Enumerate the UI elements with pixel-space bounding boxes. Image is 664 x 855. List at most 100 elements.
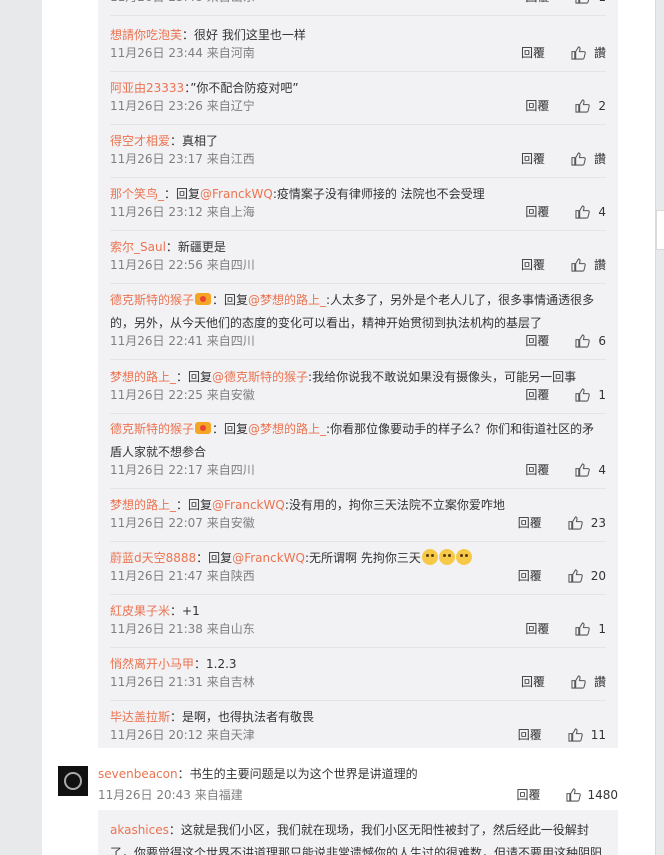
thumbs-up-icon bbox=[571, 675, 586, 689]
like-count: 讚 bbox=[593, 675, 606, 689]
reply-username[interactable]: 阿亚由23333 bbox=[110, 81, 184, 95]
mention-link[interactable]: @FranckWQ bbox=[212, 498, 285, 512]
reply-item: 梦想的路上_：回复@德克斯特的猴子:我给你说我不敢说如果没有摄像头，可能另一回事… bbox=[110, 366, 606, 414]
like-button[interactable]: 2 bbox=[575, 98, 606, 114]
reply-username[interactable]: 梦想的路上_ bbox=[110, 498, 176, 512]
thumbs-up-icon bbox=[568, 728, 583, 742]
like-count: 4 bbox=[598, 205, 606, 219]
like-count: 1 bbox=[598, 388, 606, 402]
mention-link[interactable]: @德克斯特的猴子 bbox=[212, 370, 308, 384]
reply-text: 德克斯特的猴子 ：回复@梦想的路上_:人太多了，另外是个老人儿了，很多事情通透很多… bbox=[110, 289, 606, 335]
like-button[interactable]: 11 bbox=[568, 727, 606, 743]
reply-item: 得空才相爱：真相了 11月26日 23:17 来自江西 回覆讚 bbox=[110, 130, 606, 178]
like-button[interactable]: 讚 bbox=[571, 45, 606, 61]
avatar[interactable] bbox=[58, 766, 88, 796]
reply-text: 德克斯特的猴子 ：回复@梦想的路上_:你看那位像要动手的样子么？你们和街道社区的矛… bbox=[110, 418, 606, 464]
reply-username[interactable]: 德克斯特的猴子 bbox=[110, 293, 194, 307]
reply-button[interactable]: 回覆 bbox=[518, 568, 542, 584]
like-button[interactable]: 6 bbox=[575, 333, 606, 349]
reply-text: 那个笑鸟_：回复@FranckWQ:疫情案子没有律师接的 法院也不会受理 bbox=[110, 183, 606, 206]
like-count: 讚 bbox=[593, 258, 606, 272]
reply-button[interactable]: 回覆 bbox=[525, 204, 549, 220]
divider bbox=[110, 359, 606, 360]
like-button[interactable]: 4 bbox=[575, 462, 606, 478]
reply-button[interactable]: 回覆 bbox=[521, 257, 545, 273]
reply-prefix: ：回复 bbox=[212, 293, 249, 307]
reply-meta: 11月26日 23:48 来自山东 bbox=[110, 0, 255, 5]
like-button[interactable]: 20 bbox=[568, 568, 606, 584]
reply-button[interactable]: 回覆 bbox=[525, 333, 549, 349]
reply-actions: 回覆 1 bbox=[525, 387, 606, 403]
reply-username[interactable]: 得空才相爱 bbox=[110, 134, 170, 148]
vip-badge-icon bbox=[195, 293, 212, 305]
comment-username[interactable]: sevenbeacon bbox=[98, 767, 178, 781]
reply-username[interactable]: 梦想的路上_ bbox=[110, 370, 176, 384]
mention-link[interactable]: @梦想的路上_ bbox=[248, 422, 326, 436]
reply-item: 蔚蓝d天空8888：回复@FranckWQ:无所谓啊 先拘你三天 11月26日 2… bbox=[110, 547, 606, 595]
reply-text: 得空才相爱：真相了 bbox=[110, 130, 606, 153]
reply-button[interactable]: 回覆 bbox=[525, 387, 549, 403]
reply-username[interactable]: akashices bbox=[110, 823, 169, 837]
reply-button[interactable]: 回覆 bbox=[521, 151, 545, 167]
sub-replies-container: akashices：这就是我们小区，我们就在现场，我们小区无阳性被封了，然后经此… bbox=[98, 810, 618, 855]
reply-actions: 回覆 1 bbox=[525, 621, 606, 637]
like-button[interactable]: 讚 bbox=[571, 151, 606, 167]
reply-actions: 回覆 讚 bbox=[521, 257, 606, 273]
comment-actions: 回覆 1480 bbox=[516, 787, 618, 803]
divider bbox=[110, 15, 606, 16]
reply-username[interactable]: 那个笑鸟_ bbox=[110, 187, 164, 201]
reply-button[interactable]: 回覆 bbox=[525, 98, 549, 114]
reply-button[interactable]: 回覆 bbox=[521, 674, 545, 690]
reply-button[interactable]: 回覆 bbox=[525, 0, 549, 5]
like-button[interactable]: 4 bbox=[575, 204, 606, 220]
reply-username[interactable]: 德克斯特的猴子 bbox=[110, 422, 194, 436]
reply-meta: 11月26日 22:17 来自四川 bbox=[110, 463, 255, 477]
reply-body: ：”你不配合防疫对吧” bbox=[184, 81, 299, 95]
reply-item: 那个笑鸟_：回复@FranckWQ:疫情案子没有律师接的 法院也不会受理 11月2… bbox=[110, 183, 606, 231]
divider bbox=[110, 647, 606, 648]
reply-button[interactable]: 回覆 bbox=[525, 621, 549, 637]
like-button[interactable]: 1 bbox=[575, 0, 606, 5]
reply-meta: 11月26日 23:12 来自上海 bbox=[110, 205, 255, 219]
mention-link[interactable]: @梦想的路上_ bbox=[248, 293, 326, 307]
reply-username[interactable]: 想請你吃泡芙 bbox=[110, 28, 182, 42]
reply-username[interactable]: 悄然离开小马甲 bbox=[110, 657, 194, 671]
reply-username[interactable]: 毕达盖拉斯 bbox=[110, 710, 170, 724]
reply-body: ：是啊，也得执法者有敬畏 bbox=[170, 710, 315, 724]
reply-body: :没有用的，拘你三天法院不立案你爱咋地 bbox=[284, 498, 505, 512]
like-count: 1 bbox=[598, 622, 606, 636]
reply-button[interactable]: 回覆 bbox=[521, 45, 545, 61]
like-button[interactable]: 1 bbox=[575, 387, 606, 403]
like-button[interactable]: 23 bbox=[568, 515, 606, 531]
reply-button[interactable]: 回覆 bbox=[516, 787, 540, 803]
reply-prefix: ：回复 bbox=[176, 498, 213, 512]
divider bbox=[110, 71, 606, 72]
reply-button[interactable]: 回覆 bbox=[518, 727, 542, 743]
mention-link[interactable]: @FranckWQ bbox=[232, 551, 305, 565]
reply-text: 梦想的路上_：回复@德克斯特的猴子:我给你说我不敢说如果没有摄像头，可能另一回事 bbox=[110, 366, 606, 389]
reply-prefix: ：回复 bbox=[212, 422, 249, 436]
reply-body: ：+1 bbox=[170, 604, 200, 618]
thumbs-up-icon bbox=[571, 46, 586, 60]
reply-button[interactable]: 回覆 bbox=[518, 515, 542, 531]
like-count: 4 bbox=[598, 463, 606, 477]
reply-text: 悄然离开小马甲：1.2.3 bbox=[110, 653, 606, 676]
like-button[interactable]: 1480 bbox=[566, 787, 618, 803]
like-button[interactable]: 讚 bbox=[571, 674, 606, 690]
reply-button[interactable]: 回覆 bbox=[525, 462, 549, 478]
divider bbox=[110, 177, 606, 178]
mention-link[interactable]: @FranckWQ bbox=[200, 187, 273, 201]
reply-prefix: ：回复 bbox=[196, 551, 233, 565]
reply-username[interactable]: 索尔_Saul bbox=[110, 240, 166, 254]
reply-username[interactable]: 蔚蓝d天空8888 bbox=[110, 551, 196, 565]
reply-username[interactable]: 紅皮果子米 bbox=[110, 604, 170, 618]
like-button[interactable]: 讚 bbox=[571, 257, 606, 273]
reply-meta: 11月26日 21:47 来自陕西 bbox=[110, 569, 255, 583]
reply-body: ：很好 我们这里也一样 bbox=[182, 28, 306, 42]
like-count: 20 bbox=[590, 569, 606, 583]
like-button[interactable]: 1 bbox=[575, 621, 606, 637]
reply-actions: 回覆 4 bbox=[525, 204, 606, 220]
thumbs-up-icon bbox=[568, 516, 583, 530]
reply-meta: 11月26日 22:07 来自安徽 bbox=[110, 516, 255, 530]
reply-meta: 11月26日 22:56 来自四川 bbox=[110, 258, 255, 272]
